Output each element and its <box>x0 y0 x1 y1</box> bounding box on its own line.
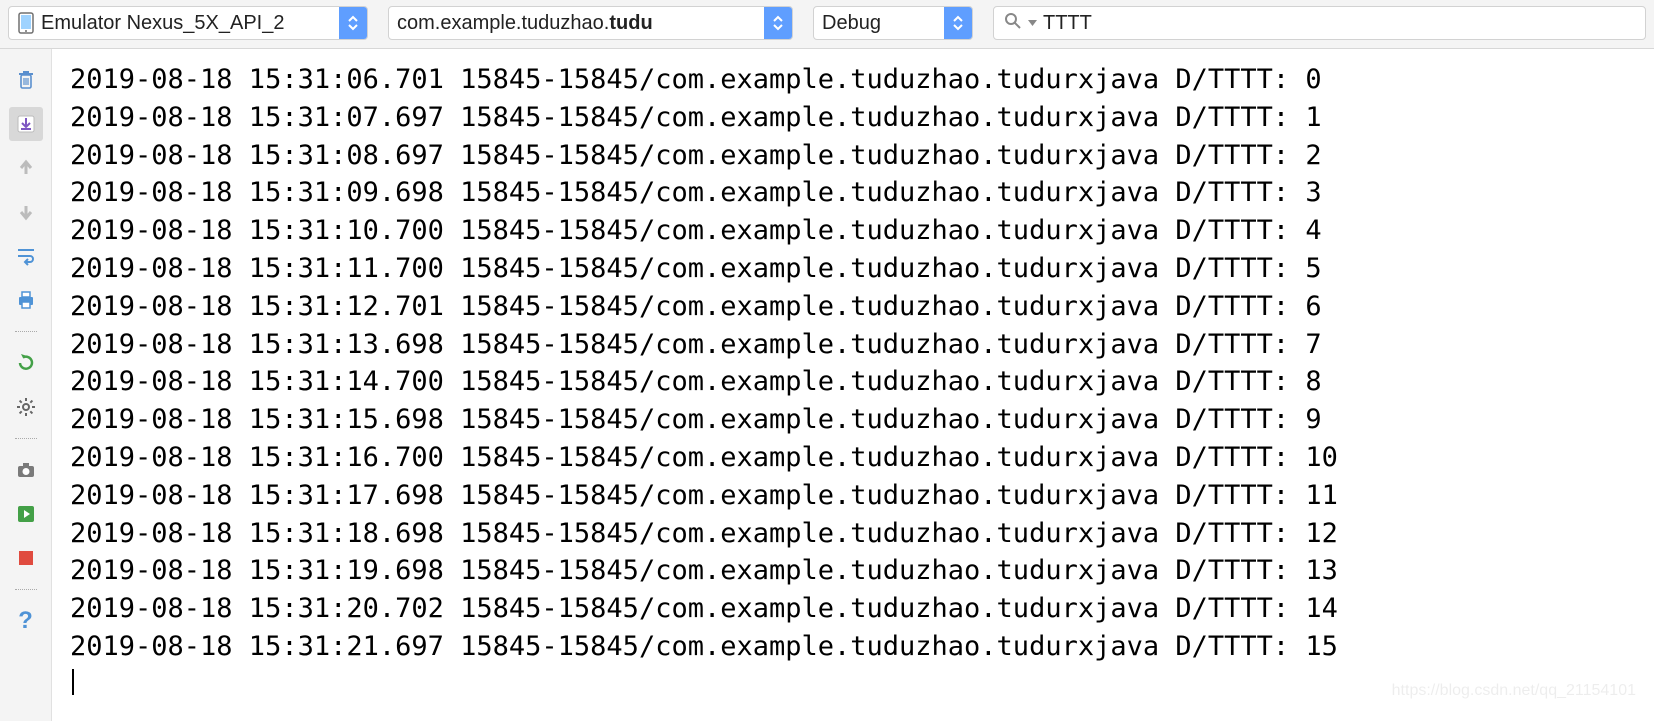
log-line: 2019-08-18 15:31:12.701 15845-15845/com.… <box>70 288 1636 326</box>
process-label: com.example.tuduzhao.tudu <box>397 12 758 35</box>
trash-icon <box>15 69 37 91</box>
previous-button[interactable] <box>9 151 43 185</box>
clear-log-button[interactable] <box>9 63 43 97</box>
logcat-toolbar: Emulator Nexus_5X_API_2 com.example.tudu… <box>0 0 1654 49</box>
process-select[interactable]: com.example.tuduzhao.tudu <box>388 6 793 40</box>
screen-record-icon <box>16 504 36 524</box>
separator <box>15 331 37 332</box>
help-button[interactable]: ? <box>9 604 43 638</box>
search-dropdown-icon[interactable] <box>1028 18 1037 28</box>
log-output[interactable]: 2019-08-18 15:31:06.701 15845-15845/com.… <box>52 49 1654 721</box>
download-icon <box>15 113 37 135</box>
settings-button[interactable] <box>9 390 43 424</box>
stop-icon <box>17 549 35 567</box>
log-line: 2019-08-18 15:31:17.698 15845-15845/com.… <box>70 477 1636 515</box>
gear-icon <box>15 396 37 418</box>
log-line: 2019-08-18 15:31:13.698 15845-15845/com.… <box>70 326 1636 364</box>
loglevel-label: Debug <box>822 12 938 35</box>
screenshot-button[interactable] <box>9 453 43 487</box>
print-button[interactable] <box>9 283 43 317</box>
separator <box>15 589 37 590</box>
log-line: 2019-08-18 15:31:19.698 15845-15845/com.… <box>70 552 1636 590</box>
separator <box>15 438 37 439</box>
log-line: 2019-08-18 15:31:14.700 15845-15845/com.… <box>70 363 1636 401</box>
screen-record-button[interactable] <box>9 497 43 531</box>
dropdown-arrows-icon <box>944 7 972 39</box>
stop-button[interactable] <box>9 541 43 575</box>
log-line: 2019-08-18 15:31:20.702 15845-15845/com.… <box>70 590 1636 628</box>
dropdown-arrows-icon <box>764 7 792 39</box>
search-icon <box>1004 12 1022 35</box>
log-line: 2019-08-18 15:31:15.698 15845-15845/com.… <box>70 401 1636 439</box>
help-icon: ? <box>18 607 33 635</box>
print-icon <box>15 289 37 311</box>
soft-wrap-icon <box>15 245 37 267</box>
search-input[interactable] <box>1043 12 1635 35</box>
log-line: 2019-08-18 15:31:18.698 15845-15845/com.… <box>70 515 1636 553</box>
phone-icon <box>17 12 35 34</box>
soft-wrap-button[interactable] <box>9 239 43 273</box>
search-box[interactable] <box>993 6 1646 40</box>
log-line: 2019-08-18 15:31:07.697 15845-15845/com.… <box>70 99 1636 137</box>
arrow-up-icon <box>16 158 36 178</box>
log-line: 2019-08-18 15:31:21.697 15845-15845/com.… <box>70 628 1636 666</box>
log-line: 2019-08-18 15:31:06.701 15845-15845/com.… <box>70 61 1636 99</box>
dropdown-arrows-icon <box>339 7 367 39</box>
restart-button[interactable] <box>9 346 43 380</box>
next-button[interactable] <box>9 195 43 229</box>
log-line: 2019-08-18 15:31:08.697 15845-15845/com.… <box>70 137 1636 175</box>
loglevel-select[interactable]: Debug <box>813 6 973 40</box>
log-line: 2019-08-18 15:31:16.700 15845-15845/com.… <box>70 439 1636 477</box>
camera-icon <box>15 459 37 481</box>
log-line: 2019-08-18 15:31:09.698 15845-15845/com.… <box>70 174 1636 212</box>
restart-icon <box>15 352 37 374</box>
logcat-sidebar: ? <box>0 49 52 721</box>
cursor <box>72 669 74 695</box>
log-line: 2019-08-18 15:31:10.700 15845-15845/com.… <box>70 212 1636 250</box>
device-select[interactable]: Emulator Nexus_5X_API_2 <box>8 6 368 40</box>
arrow-down-icon <box>16 202 36 222</box>
scroll-to-end-button[interactable] <box>9 107 43 141</box>
log-line: 2019-08-18 15:31:11.700 15845-15845/com.… <box>70 250 1636 288</box>
device-label: Emulator Nexus_5X_API_2 <box>41 12 333 35</box>
